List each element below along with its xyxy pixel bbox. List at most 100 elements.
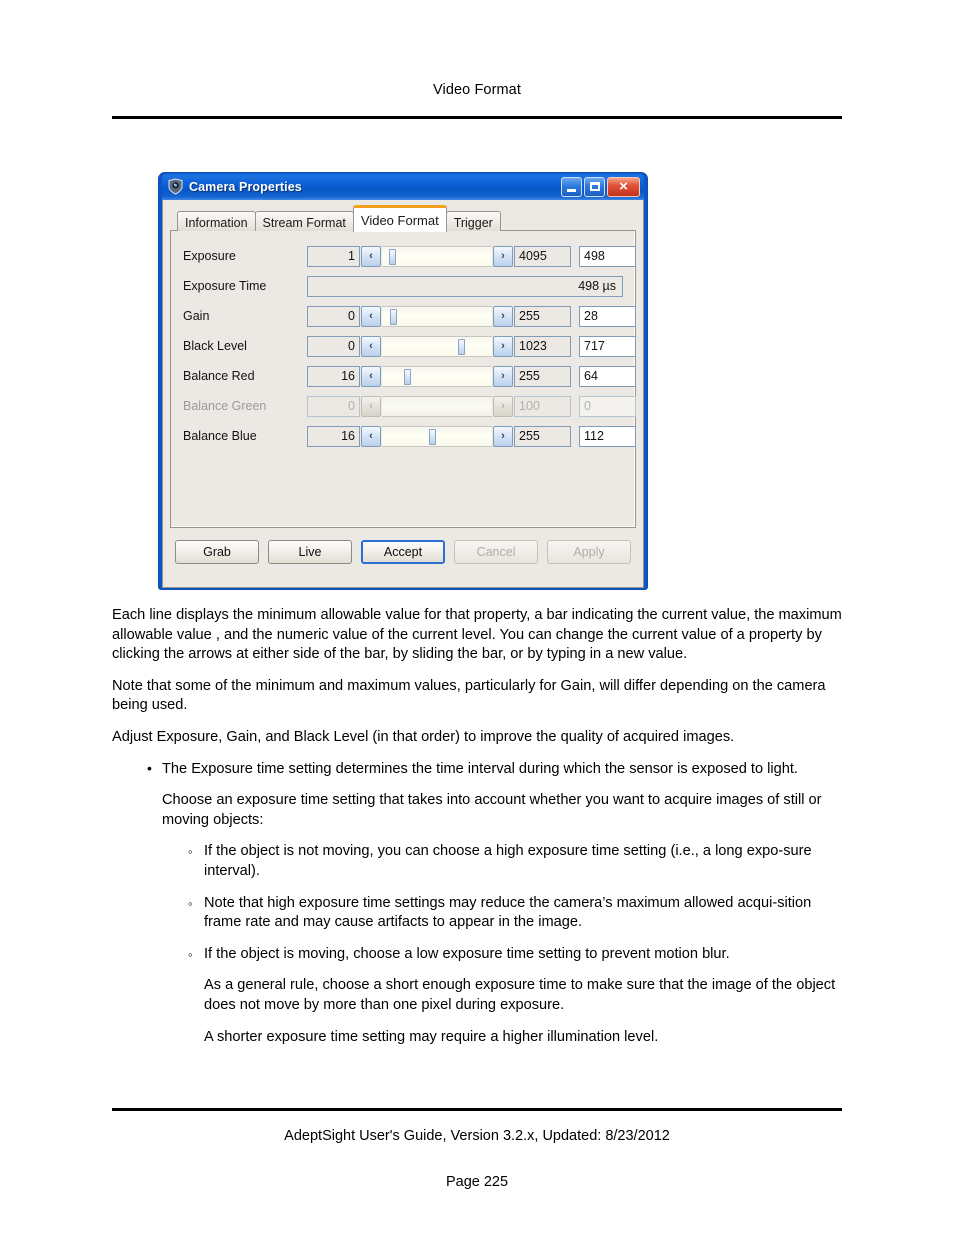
video-format-panel: Exposure 1 ‹ › 4095 498 Exposure Time 49… bbox=[170, 230, 636, 528]
property-label: Balance Green bbox=[183, 399, 267, 413]
black-level-max-field[interactable]: 1023 bbox=[514, 335, 571, 357]
sub-bullet-item: If the object is not moving, you can cho… bbox=[112, 842, 844, 881]
tab-trigger[interactable]: Trigger bbox=[445, 211, 501, 231]
property-label: Exposure Time bbox=[183, 279, 267, 293]
sub-bullet-item: If the object is moving, choose a low ex… bbox=[112, 945, 844, 965]
balance-green-min-field: 0 bbox=[307, 395, 360, 417]
gain-max-field[interactable]: 255 bbox=[514, 305, 571, 327]
chevron-right-icon[interactable]: › bbox=[493, 365, 513, 387]
slider-track[interactable] bbox=[382, 425, 492, 447]
grab-button[interactable]: Grab bbox=[175, 540, 259, 564]
property-row-black-level: Black Level 0 ‹ › 1023 717 bbox=[183, 335, 636, 357]
chevron-left-icon[interactable]: ‹ bbox=[361, 245, 381, 267]
bullet-follow-paragraph: Choose an exposure time setting that tak… bbox=[162, 792, 822, 828]
sub-follow-paragraph-1: As a general rule, choose a short enough… bbox=[204, 977, 836, 1013]
gain-slider[interactable]: ‹ › bbox=[361, 305, 513, 327]
balance-red-min-field[interactable]: 16 bbox=[307, 365, 360, 387]
balance-green-max-field: 100 bbox=[514, 395, 571, 417]
accept-button[interactable]: Accept bbox=[360, 540, 446, 564]
chevron-right-icon[interactable]: › bbox=[493, 335, 513, 357]
property-label: Balance Red bbox=[183, 369, 255, 383]
property-label: Gain bbox=[183, 309, 210, 323]
property-row-balance-green: Balance Green 0 ‹ › 100 0 bbox=[183, 395, 636, 417]
property-label: Balance Blue bbox=[183, 429, 257, 443]
footer-page-number: Page 225 bbox=[445, 1174, 509, 1190]
property-row-balance-red: Balance Red 16 ‹ › 255 64 bbox=[183, 365, 636, 387]
footer-rule bbox=[112, 1108, 842, 1111]
balance-green-slider: ‹ › bbox=[361, 395, 513, 417]
chevron-left-icon[interactable]: ‹ bbox=[361, 365, 381, 387]
sub-follow-paragraph-2: A shorter exposure time setting may requ… bbox=[204, 1028, 659, 1045]
balance-blue-min-field[interactable]: 16 bbox=[307, 425, 360, 447]
chevron-right-icon[interactable]: › bbox=[493, 245, 513, 267]
slider-thumb[interactable] bbox=[429, 428, 437, 445]
slider-thumb[interactable] bbox=[389, 308, 397, 325]
bullet-item: The Exposure time setting determines the… bbox=[112, 759, 844, 780]
close-icon: × bbox=[619, 177, 628, 195]
minimize-icon bbox=[567, 188, 576, 192]
window-controls: × bbox=[561, 176, 642, 197]
slider-thumb[interactable] bbox=[457, 338, 465, 355]
minimize-button[interactable] bbox=[561, 176, 582, 197]
exposure-min-field[interactable]: 1 bbox=[307, 245, 360, 267]
exposure-value-field[interactable]: 498 bbox=[579, 245, 636, 267]
exposure-time-readout: 498 µs bbox=[307, 275, 623, 297]
maximize-button[interactable] bbox=[584, 176, 605, 197]
live-button[interactable]: Live bbox=[267, 540, 352, 564]
balance-red-max-field[interactable]: 255 bbox=[514, 365, 571, 387]
header-rule bbox=[112, 116, 842, 119]
slider-thumb[interactable] bbox=[404, 368, 411, 385]
paragraph-1: Each line displays the minimum allowable… bbox=[112, 607, 842, 663]
balance-red-value-field[interactable]: 64 bbox=[579, 365, 636, 387]
paragraph-2: Note that some of the minimum and maximu… bbox=[112, 677, 826, 714]
tab-information[interactable]: Information bbox=[177, 211, 256, 231]
tab-video-format[interactable]: Video Format bbox=[352, 205, 447, 232]
close-button[interactable]: × bbox=[607, 176, 640, 197]
camera-icon bbox=[167, 178, 184, 195]
dialog-body: Information Stream Format Video Format T… bbox=[162, 200, 644, 588]
balance-green-value-field: 0 bbox=[579, 395, 636, 417]
body-content: Each line displays the minimum allowable… bbox=[112, 606, 844, 1059]
slider-track[interactable] bbox=[382, 245, 492, 267]
chevron-right-icon[interactable]: › bbox=[493, 425, 513, 447]
slider-track bbox=[382, 395, 492, 417]
document-page: Video Format Camera Properties × Informa… bbox=[0, 0, 954, 1235]
black-level-min-field[interactable]: 0 bbox=[307, 335, 360, 357]
sub-bullet-list: If the object is not moving, you can cho… bbox=[112, 842, 844, 964]
page-header-title: Video Format bbox=[433, 82, 521, 98]
slider-track[interactable] bbox=[382, 305, 492, 327]
bullet-list: The Exposure time setting determines the… bbox=[112, 759, 844, 780]
balance-blue-value-field[interactable]: 112 bbox=[579, 425, 636, 447]
chevron-left-icon[interactable]: ‹ bbox=[361, 425, 381, 447]
tab-stream-format[interactable]: Stream Format bbox=[254, 211, 354, 231]
exposure-slider[interactable]: ‹ › bbox=[361, 245, 513, 267]
balance-blue-slider[interactable]: ‹ › bbox=[361, 425, 513, 447]
property-label: Black Level bbox=[183, 339, 247, 353]
property-row-balance-blue: Balance Blue 16 ‹ › 255 112 bbox=[183, 425, 636, 447]
slider-track[interactable] bbox=[382, 365, 492, 387]
balance-red-slider[interactable]: ‹ › bbox=[361, 365, 513, 387]
property-label: Exposure bbox=[183, 249, 236, 263]
cancel-button: Cancel bbox=[454, 540, 539, 564]
dialog-button-row: Grab Live Accept Cancel Apply bbox=[170, 528, 636, 564]
gain-value-field[interactable]: 28 bbox=[579, 305, 636, 327]
slider-thumb[interactable] bbox=[388, 248, 396, 265]
dialog-title: Camera Properties bbox=[189, 179, 302, 194]
apply-button: Apply bbox=[547, 540, 632, 564]
tab-strip: Information Stream Format Video Format T… bbox=[170, 205, 636, 232]
chevron-right-icon[interactable]: › bbox=[493, 305, 513, 327]
dialog-titlebar[interactable]: Camera Properties × bbox=[162, 173, 644, 200]
chevron-left-icon: ‹ bbox=[361, 395, 381, 417]
chevron-left-icon[interactable]: ‹ bbox=[361, 305, 381, 327]
black-level-slider[interactable]: ‹ › bbox=[361, 335, 513, 357]
property-row-exposure-time: Exposure Time 498 µs bbox=[183, 275, 623, 297]
gain-min-field[interactable]: 0 bbox=[307, 305, 360, 327]
exposure-max-field[interactable]: 4095 bbox=[514, 245, 571, 267]
chevron-left-icon[interactable]: ‹ bbox=[361, 335, 381, 357]
paragraph-3: Adjust Exposure, Gain, and Black Level (… bbox=[112, 728, 735, 745]
black-level-value-field[interactable]: 717 bbox=[579, 335, 636, 357]
property-row-exposure: Exposure 1 ‹ › 4095 498 bbox=[183, 245, 636, 267]
property-row-gain: Gain 0 ‹ › 255 28 bbox=[183, 305, 636, 327]
slider-track[interactable] bbox=[382, 335, 492, 357]
balance-blue-max-field[interactable]: 255 bbox=[514, 425, 571, 447]
